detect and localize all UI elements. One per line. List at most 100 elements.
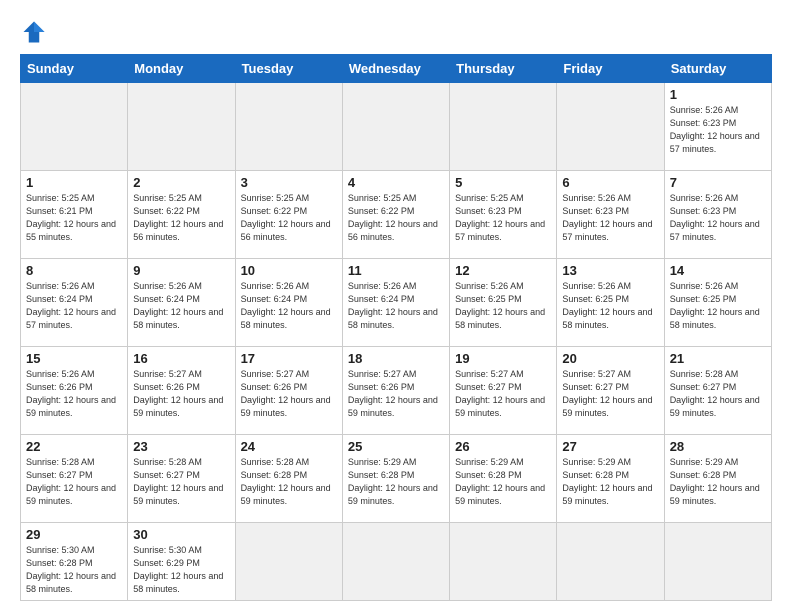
calendar-cell (128, 83, 235, 171)
calendar-cell: 23 Sunrise: 5:28 AMSunset: 6:27 PMDayligh… (128, 435, 235, 523)
calendar-cell: 2Sunrise: 5:25 AMSunset: 6:22 PMDaylight… (128, 171, 235, 259)
day-info: Sunrise: 5:30 AMSunset: 6:28 PMDaylight:… (26, 544, 122, 596)
calendar-cell (557, 83, 664, 171)
day-info: Sunrise: 5:26 AMSunset: 6:23 PMDaylight:… (562, 192, 658, 244)
day-number: 12 (455, 263, 551, 278)
calendar-cell: 27 Sunrise: 5:29 AMSunset: 6:28 PMDayligh… (557, 435, 664, 523)
day-header-monday: Monday (128, 55, 235, 83)
calendar-cell: 11Sunrise: 5:26 AMSunset: 6:24 PMDayligh… (342, 259, 449, 347)
calendar-cell (450, 83, 557, 171)
calendar-cell (235, 83, 342, 171)
calendar-cell: 7 Sunrise: 5:26 AMSunset: 6:23 PMDaylight… (664, 171, 771, 259)
day-info: Sunrise: 5:27 AMSunset: 6:26 PMDaylight:… (241, 368, 337, 420)
day-info: Sunrise: 5:29 AMSunset: 6:28 PMDaylight:… (455, 456, 551, 508)
day-info: Sunrise: 5:27 AMSunset: 6:27 PMDaylight:… (455, 368, 551, 420)
day-number: 22 (26, 439, 122, 454)
day-info: Sunrise: 5:25 AMSunset: 6:22 PMDaylight:… (348, 192, 444, 244)
day-info: Sunrise: 5:26 AMSunset: 6:25 PMDaylight:… (455, 280, 551, 332)
calendar-cell: 8 Sunrise: 5:26 AMSunset: 6:24 PMDaylight… (21, 259, 128, 347)
calendar-cell (450, 523, 557, 601)
calendar-cell: 26 Sunrise: 5:29 AMSunset: 6:28 PMDayligh… (450, 435, 557, 523)
calendar-cell: 1 Sunrise: 5:25 AMSunset: 6:21 PMDaylight… (21, 171, 128, 259)
calendar-week-row: 8 Sunrise: 5:26 AMSunset: 6:24 PMDaylight… (21, 259, 772, 347)
day-info: Sunrise: 5:26 AMSunset: 6:24 PMDaylight:… (26, 280, 122, 332)
main-container: SundayMondayTuesdayWednesdayThursdayFrid… (0, 0, 792, 611)
day-info: Sunrise: 5:25 AMSunset: 6:23 PMDaylight:… (455, 192, 551, 244)
day-info: Sunrise: 5:29 AMSunset: 6:28 PMDaylight:… (670, 456, 766, 508)
day-info: Sunrise: 5:27 AMSunset: 6:27 PMDaylight:… (562, 368, 658, 420)
calendar-cell: 22 Sunrise: 5:28 AMSunset: 6:27 PMDayligh… (21, 435, 128, 523)
calendar-cell: 4 Sunrise: 5:25 AMSunset: 6:22 PMDaylight… (342, 171, 449, 259)
header (20, 18, 772, 46)
day-info: Sunrise: 5:30 AMSunset: 6:29 PMDaylight:… (133, 544, 229, 596)
calendar-cell: 12 Sunrise: 5:26 AMSunset: 6:25 PMDayligh… (450, 259, 557, 347)
calendar-header-row: SundayMondayTuesdayWednesdayThursdayFrid… (21, 55, 772, 83)
day-header-saturday: Saturday (664, 55, 771, 83)
day-number: 26 (455, 439, 551, 454)
calendar-week-row: 1 Sunrise: 5:25 AMSunset: 6:21 PMDaylight… (21, 171, 772, 259)
day-number: 17 (241, 351, 337, 366)
logo (20, 18, 52, 46)
calendar-cell: 18Sunrise: 5:27 AMSunset: 6:26 PMDayligh… (342, 347, 449, 435)
day-info: Sunrise: 5:26 AMSunset: 6:25 PMDaylight:… (670, 280, 766, 332)
day-info: Sunrise: 5:25 AMSunset: 6:21 PMDaylight:… (26, 192, 122, 244)
day-info: Sunrise: 5:25 AMSunset: 6:22 PMDaylight:… (241, 192, 337, 244)
day-number: 5 (455, 175, 551, 190)
day-info: Sunrise: 5:26 AMSunset: 6:23 PMDaylight:… (670, 104, 766, 156)
day-number: 19 (455, 351, 551, 366)
calendar-cell: 1Sunrise: 5:26 AMSunset: 6:23 PMDaylight… (664, 83, 771, 171)
day-info: Sunrise: 5:28 AMSunset: 6:27 PMDaylight:… (133, 456, 229, 508)
day-number: 1 (26, 175, 122, 190)
day-info: Sunrise: 5:26 AMSunset: 6:26 PMDaylight:… (26, 368, 122, 420)
day-info: Sunrise: 5:26 AMSunset: 6:23 PMDaylight:… (670, 192, 766, 244)
calendar-week-row: 29Sunrise: 5:30 AMSunset: 6:28 PMDayligh… (21, 523, 772, 601)
calendar-cell: 29Sunrise: 5:30 AMSunset: 6:28 PMDayligh… (21, 523, 128, 601)
calendar-cell: 3Sunrise: 5:25 AMSunset: 6:22 PMDaylight… (235, 171, 342, 259)
day-number: 23 (133, 439, 229, 454)
calendar-cell (664, 523, 771, 601)
day-number: 8 (26, 263, 122, 278)
calendar-cell (557, 523, 664, 601)
day-number: 27 (562, 439, 658, 454)
calendar-cell: 14 Sunrise: 5:26 AMSunset: 6:25 PMDayligh… (664, 259, 771, 347)
calendar-cell: 24Sunrise: 5:28 AMSunset: 6:28 PMDayligh… (235, 435, 342, 523)
calendar-cell: 13Sunrise: 5:26 AMSunset: 6:25 PMDayligh… (557, 259, 664, 347)
day-info: Sunrise: 5:26 AMSunset: 6:24 PMDaylight:… (241, 280, 337, 332)
day-number: 9 (133, 263, 229, 278)
day-number: 16 (133, 351, 229, 366)
calendar-cell: 6Sunrise: 5:26 AMSunset: 6:23 PMDaylight… (557, 171, 664, 259)
calendar-cell: 28 Sunrise: 5:29 AMSunset: 6:28 PMDayligh… (664, 435, 771, 523)
day-info: Sunrise: 5:29 AMSunset: 6:28 PMDaylight:… (562, 456, 658, 508)
day-number: 10 (241, 263, 337, 278)
calendar-cell: 9 Sunrise: 5:26 AMSunset: 6:24 PMDaylight… (128, 259, 235, 347)
day-info: Sunrise: 5:26 AMSunset: 6:24 PMDaylight:… (133, 280, 229, 332)
day-number: 28 (670, 439, 766, 454)
day-number: 4 (348, 175, 444, 190)
calendar-cell: 5 Sunrise: 5:25 AMSunset: 6:23 PMDaylight… (450, 171, 557, 259)
day-number: 7 (670, 175, 766, 190)
day-header-friday: Friday (557, 55, 664, 83)
calendar-cell: 21Sunrise: 5:28 AMSunset: 6:27 PMDayligh… (664, 347, 771, 435)
day-number: 30 (133, 527, 229, 542)
calendar-cell: 16 Sunrise: 5:27 AMSunset: 6:26 PMDayligh… (128, 347, 235, 435)
calendar-table: SundayMondayTuesdayWednesdayThursdayFrid… (20, 54, 772, 601)
calendar-week-row: 1Sunrise: 5:26 AMSunset: 6:23 PMDaylight… (21, 83, 772, 171)
day-info: Sunrise: 5:28 AMSunset: 6:27 PMDaylight:… (26, 456, 122, 508)
calendar-cell (342, 83, 449, 171)
day-info: Sunrise: 5:27 AMSunset: 6:26 PMDaylight:… (133, 368, 229, 420)
logo-icon (20, 18, 48, 46)
calendar-cell: 15Sunrise: 5:26 AMSunset: 6:26 PMDayligh… (21, 347, 128, 435)
day-header-sunday: Sunday (21, 55, 128, 83)
day-info: Sunrise: 5:28 AMSunset: 6:27 PMDaylight:… (670, 368, 766, 420)
calendar-cell: 17 Sunrise: 5:27 AMSunset: 6:26 PMDayligh… (235, 347, 342, 435)
day-number: 2 (133, 175, 229, 190)
day-info: Sunrise: 5:27 AMSunset: 6:26 PMDaylight:… (348, 368, 444, 420)
day-info: Sunrise: 5:28 AMSunset: 6:28 PMDaylight:… (241, 456, 337, 508)
day-info: Sunrise: 5:29 AMSunset: 6:28 PMDaylight:… (348, 456, 444, 508)
calendar-cell: 19 Sunrise: 5:27 AMSunset: 6:27 PMDayligh… (450, 347, 557, 435)
calendar-cell (21, 83, 128, 171)
day-number: 25 (348, 439, 444, 454)
day-number: 14 (670, 263, 766, 278)
calendar-cell: 20Sunrise: 5:27 AMSunset: 6:27 PMDayligh… (557, 347, 664, 435)
calendar-week-row: 15Sunrise: 5:26 AMSunset: 6:26 PMDayligh… (21, 347, 772, 435)
